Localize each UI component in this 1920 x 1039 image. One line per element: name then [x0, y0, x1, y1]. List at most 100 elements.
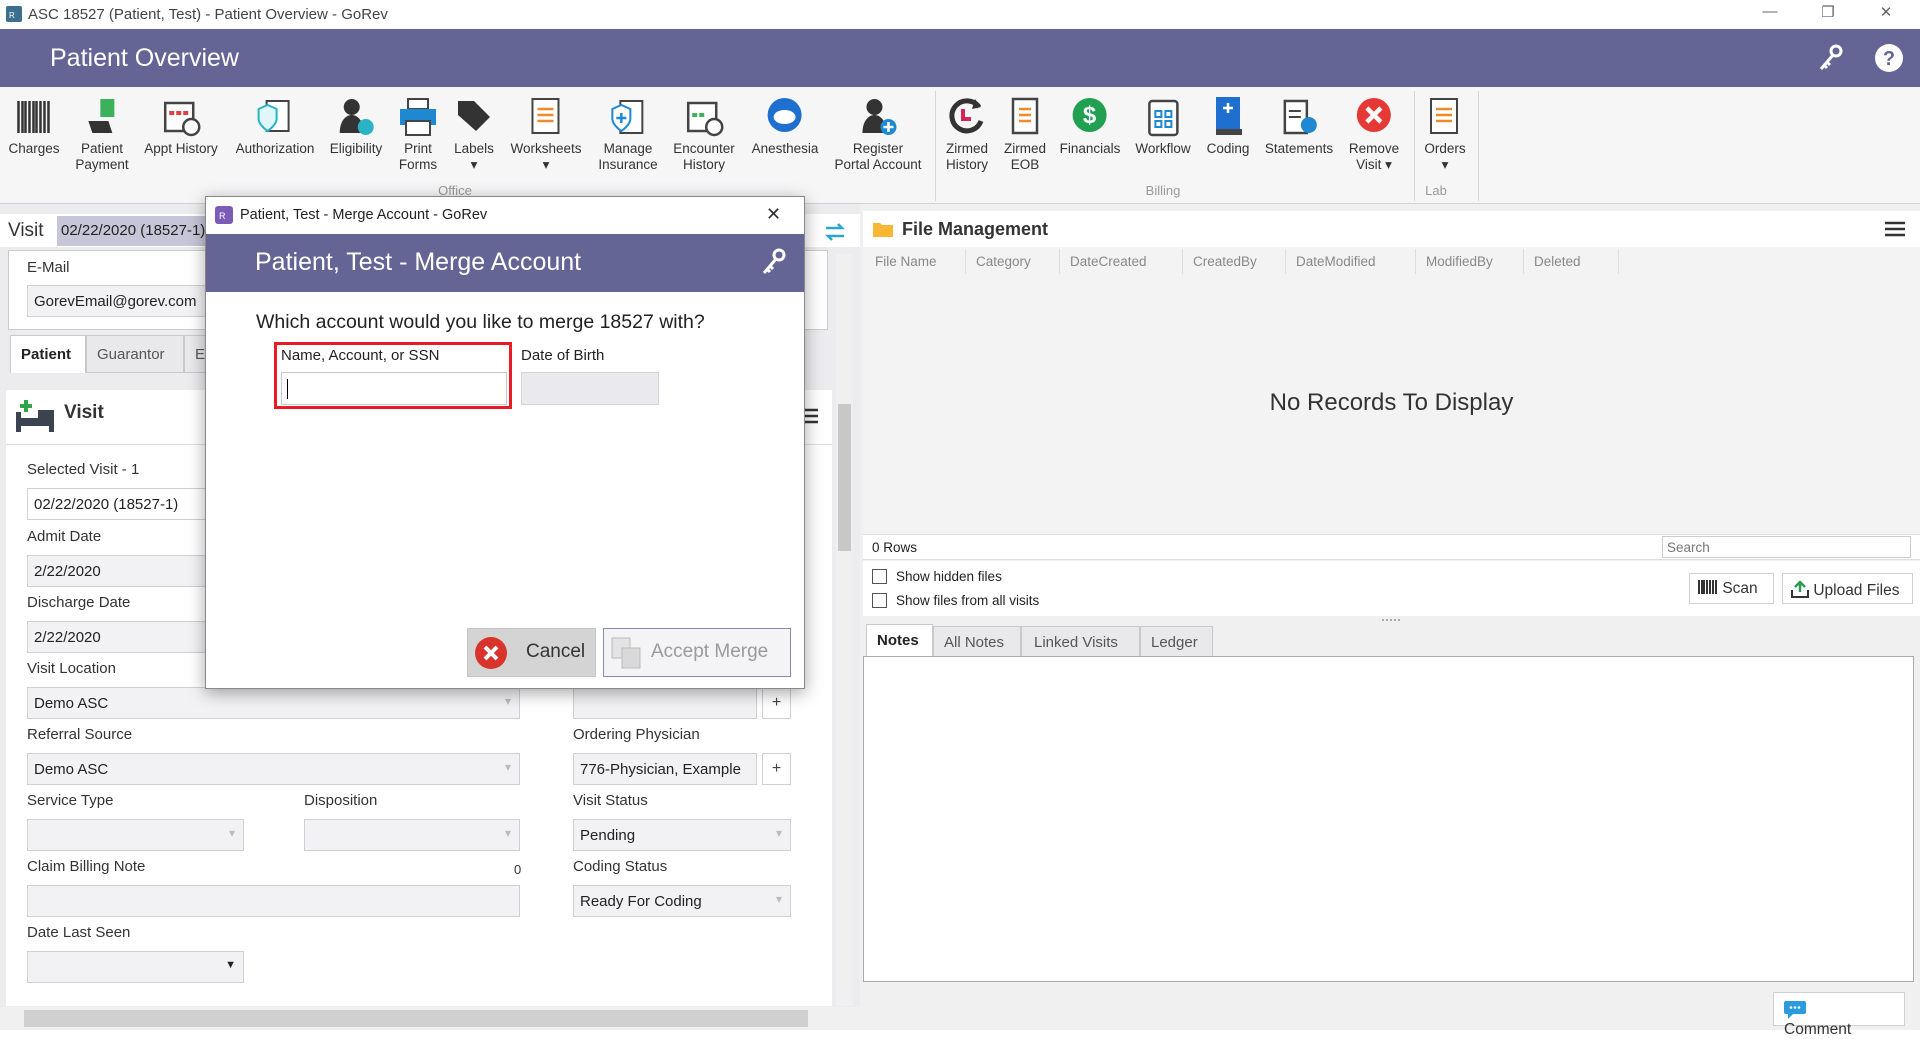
visit-status-select[interactable]: Pending: [573, 819, 791, 851]
appt-history-label: Appt History: [144, 141, 218, 156]
column-header-file-name[interactable]: File Name: [865, 249, 966, 274]
tab-notes[interactable]: Notes: [866, 624, 933, 657]
statements-button[interactable]: Statements: [1265, 95, 1333, 157]
referral-source-value: Demo ASC: [34, 761, 109, 778]
menu-icon[interactable]: [1885, 221, 1905, 237]
visit-location-select[interactable]: Demo ASC: [27, 687, 520, 719]
add-physician-button[interactable]: +: [762, 687, 791, 719]
financials-button[interactable]: $ Financials: [1059, 95, 1121, 157]
encounter-history-button[interactable]: Encounter History: [673, 95, 735, 173]
comment-button[interactable]: Comment: [1773, 992, 1905, 1038]
folder-icon: [873, 223, 893, 237]
visit-selector[interactable]: 02/22/2020 (18527-1): [57, 216, 217, 246]
ribbon-separator: [1414, 91, 1415, 201]
eob-document-icon: [1011, 97, 1039, 135]
accept-merge-button[interactable]: Accept Merge: [603, 628, 791, 677]
show-hidden-files-checkbox[interactable]: [872, 569, 887, 584]
printer-icon: [400, 98, 436, 136]
manage-insurance-label: Insurance: [598, 157, 658, 172]
tab-guarantor[interactable]: Guarantor: [86, 335, 184, 373]
calendar-history-icon: [686, 101, 724, 137]
anesthesia-label: Anesthesia: [751, 141, 819, 156]
disposition-select[interactable]: [304, 819, 520, 851]
orders-button[interactable]: Orders ▾: [1423, 95, 1467, 173]
show-all-visits-checkbox[interactable]: [872, 593, 887, 608]
anesthesia-button[interactable]: Anesthesia: [751, 95, 819, 157]
coding-status-select[interactable]: Ready For Coding: [573, 885, 791, 917]
gorev-app-icon: R: [215, 206, 233, 224]
remove-visit-label: Remove: [1348, 141, 1400, 156]
worksheets-button[interactable]: Worksheets ▾: [510, 95, 582, 173]
service-type-select[interactable]: [27, 819, 244, 851]
menu-icon[interactable]: [804, 408, 818, 424]
scan-label: Scan: [1722, 580, 1758, 597]
referral-source-select[interactable]: Demo ASC: [27, 753, 520, 785]
coding-status-value: Ready For Coding: [580, 893, 702, 910]
cancel-label: Cancel: [526, 641, 586, 662]
patient-payment-button[interactable]: Patient Payment: [75, 95, 129, 173]
print-forms-button[interactable]: Print Forms: [396, 95, 440, 173]
appt-history-button[interactable]: Appt History: [144, 95, 218, 157]
remove-visit-label: Visit ▾: [1356, 157, 1392, 172]
claim-billing-note-field[interactable]: [27, 885, 520, 917]
user-add-icon: [862, 99, 896, 135]
cancel-button[interactable]: Cancel: [467, 628, 596, 677]
column-header-datemodified[interactable]: DateModified: [1286, 249, 1416, 274]
authorization-button[interactable]: Authorization: [236, 95, 314, 157]
upload-files-button[interactable]: Upload Files: [1782, 573, 1913, 604]
dob-input[interactable]: [521, 372, 659, 405]
minimize-button[interactable]: —: [1750, 3, 1790, 25]
zirmed-eob-label: EOB: [1010, 157, 1040, 172]
refresh-history-icon: [949, 98, 984, 134]
search-account-input[interactable]: [281, 372, 507, 405]
accept-merge-label: Accept Merge: [651, 641, 769, 662]
file-search-input[interactable]: [1662, 536, 1911, 558]
register-portal-account-button[interactable]: Register Portal Account: [834, 95, 922, 173]
app-header: Patient Overview ?: [0, 29, 1920, 87]
help-icon[interactable]: ?: [1874, 43, 1904, 73]
keys-icon[interactable]: [1815, 43, 1845, 73]
visit-status-value: Pending: [580, 827, 636, 844]
labels-button[interactable]: Labels ▾: [452, 95, 496, 173]
charges-button[interactable]: Charges: [8, 95, 60, 157]
dialog-close-button[interactable]: ✕: [766, 204, 781, 225]
add-ordering-physician-button[interactable]: +: [762, 753, 791, 785]
search-account-label: Name, Account, or SSN: [281, 347, 440, 364]
horizontal-scrollbar[interactable]: [0, 1007, 860, 1030]
financials-label: Financials: [1059, 141, 1121, 156]
eligibility-button[interactable]: Eligibility: [330, 95, 382, 157]
column-header-createdby[interactable]: CreatedBy: [1183, 249, 1286, 274]
close-window-button[interactable]: ✕: [1866, 3, 1906, 25]
tab-linked-visits[interactable]: Linked Visits: [1021, 626, 1140, 657]
column-header-modifiedby[interactable]: ModifiedBy: [1416, 249, 1524, 274]
tab-all-notes[interactable]: All Notes: [933, 626, 1021, 657]
manage-insurance-button[interactable]: Manage Insurance: [598, 95, 658, 173]
workflow-button[interactable]: Workflow: [1135, 95, 1191, 157]
orders-label: ▾: [1441, 157, 1449, 172]
vertical-scrollbar[interactable]: [836, 254, 853, 1006]
tab-patient[interactable]: Patient: [10, 335, 86, 373]
remove-visit-button[interactable]: Remove Visit ▾: [1349, 95, 1399, 173]
scrollbar-thumb[interactable]: [24, 1010, 808, 1027]
column-header-category[interactable]: Category: [966, 249, 1060, 274]
zirmed-history-button[interactable]: Zirmed History: [945, 95, 989, 173]
register-portal-account-label: Register: [852, 141, 904, 156]
date-last-seen-picker[interactable]: ▼: [27, 951, 244, 983]
ordering-physician-field[interactable]: 776-Physician, Example: [573, 753, 757, 785]
column-header-deleted[interactable]: Deleted: [1524, 249, 1619, 274]
refresh-icon[interactable]: [822, 219, 848, 245]
zirmed-eob-button[interactable]: Zirmed EOB: [1003, 95, 1047, 173]
tab-ledger[interactable]: Ledger: [1140, 626, 1213, 657]
splitter-handle[interactable]: [1382, 619, 1400, 621]
dollar-icon: $: [1073, 98, 1107, 132]
restore-button[interactable]: ❐: [1808, 3, 1848, 25]
column-header-datecreated[interactable]: DateCreated: [1060, 249, 1183, 274]
coding-button[interactable]: Coding: [1206, 95, 1250, 157]
scan-button[interactable]: Scan: [1689, 573, 1774, 604]
barcode-icon: [16, 101, 50, 133]
scrollbar-thumb[interactable]: [838, 404, 851, 551]
selected-visit-label: Selected Visit - 1: [27, 461, 140, 478]
cancel-icon: [475, 637, 507, 669]
attending-physician-field[interactable]: [573, 687, 757, 719]
patient-payment-label: Patient: [80, 141, 124, 156]
